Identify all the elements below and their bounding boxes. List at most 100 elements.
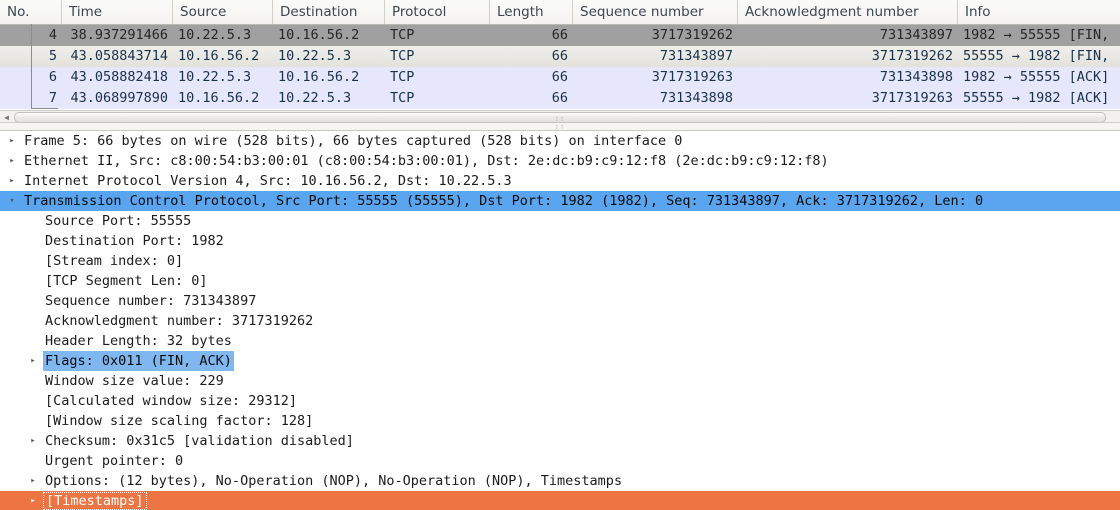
detail-tree-row-label: Window size value: 229	[45, 373, 224, 389]
detail-tree-row[interactable]: Urgent pointer: 0	[0, 451, 1120, 471]
packet-cell-no: 6	[48, 69, 57, 85]
packet-list-body[interactable]: 4 38.937291466 10.22.5.3 10.16.56.2 TCP 66 371…	[0, 25, 1120, 109]
packet-cell-no: 5	[48, 48, 57, 64]
scrollbar-grip-icon: ∶∶	[554, 115, 566, 123]
chevron-right-icon[interactable]: ▸	[6, 151, 18, 171]
detail-tree-row[interactable]: [TCP Segment Len: 0]	[0, 271, 1120, 291]
packet-cell-source: 10.16.56.2	[178, 90, 260, 106]
packet-cell-protocol: TCP	[390, 90, 415, 106]
packet-cell-info: 1982 → 55555 [FIN,	[963, 27, 1110, 43]
chevron-right-icon[interactable]: ▸	[27, 351, 39, 371]
packet-cell-info: 1982 → 55555 [ACK]	[963, 69, 1110, 85]
detail-tree-row[interactable]: ▸ Options: (12 bytes), No-Operation (NOP)…	[0, 471, 1120, 491]
packet-cell-destination: 10.22.5.3	[278, 90, 352, 106]
packet-cell-time: 43.058882418	[70, 69, 168, 85]
packet-cell-destination: 10.22.5.3	[278, 48, 352, 64]
detail-tree-row[interactable]: Sequence number: 731343897	[0, 291, 1120, 311]
detail-tree-row[interactable]: ▸ [Timestamps]	[0, 491, 1120, 510]
detail-tree-row-label: [Stream index: 0]	[45, 253, 184, 269]
chevron-right-icon[interactable]: ▸	[27, 471, 39, 491]
packet-cell-seq: 3717319263	[651, 69, 733, 85]
chevron-right-icon[interactable]: ▸	[6, 131, 18, 151]
packet-cell-length: 66	[551, 90, 568, 106]
column-header-info[interactable]: Info	[958, 0, 1120, 24]
packet-cell-source: 10.22.5.3	[178, 27, 252, 43]
detail-tree-row[interactable]: Acknowledgment number: 3717319262	[0, 311, 1120, 331]
detail-tree-row-label: [Calculated window size: 29312]	[45, 393, 297, 409]
packet-cell-seq: 731343897	[659, 48, 733, 64]
detail-tree-row[interactable]: Source Port: 55555	[0, 211, 1120, 231]
detail-tree-row-label: Options: (12 bytes), No-Operation (NOP),…	[45, 473, 623, 489]
detail-tree-row[interactable]: ▸ Internet Protocol Version 4, Src: 10.16…	[0, 171, 1120, 191]
detail-tree-row[interactable]: ▸ Checksum: 0x31c5 [validation disabled]	[0, 431, 1120, 451]
detail-tree-row-label: Acknowledgment number: 3717319262	[45, 313, 314, 329]
column-header-destination[interactable]: Destination	[273, 0, 385, 24]
packet-cell-source: 10.22.5.3	[178, 69, 252, 85]
column-header-time[interactable]: Time	[62, 0, 173, 24]
detail-tree-row-label: [TCP Segment Len: 0]	[45, 273, 208, 289]
packet-cell-length: 66	[551, 27, 568, 43]
column-header-sequence-number[interactable]: Sequence number	[573, 0, 738, 24]
packet-cell-time: 43.068997890	[70, 90, 168, 106]
column-header-length[interactable]: Length	[490, 0, 573, 24]
detail-tree-row-label: Transmission Control Protocol, Src Port:…	[24, 193, 984, 209]
packet-cell-info: 55555 → 1982 [ACK]	[963, 90, 1110, 106]
chevron-down-icon[interactable]: ▾	[6, 191, 18, 211]
packet-cell-no: 7	[48, 90, 57, 106]
detail-tree-row[interactable]: ▸ Frame 5: 66 bytes on wire (528 bits), 6…	[0, 131, 1120, 151]
packet-cell-length: 66	[551, 69, 568, 85]
chevron-right-icon[interactable]: ▸	[6, 171, 18, 191]
column-header-no[interactable]: No.	[0, 0, 62, 24]
detail-tree-row[interactable]: Window size value: 229	[0, 371, 1120, 391]
packet-cell-source: 10.16.56.2	[178, 48, 260, 64]
wireshark-window: No. Time Source Destination Protocol Length Se…	[0, 0, 1120, 510]
detail-tree-row-label: [Window size scaling factor: 128]	[45, 413, 314, 429]
packet-details-pane[interactable]: ▸ Frame 5: 66 bytes on wire (528 bits), 6…	[0, 131, 1120, 510]
packet-cell-ack: 731343897	[879, 27, 953, 43]
packet-cell-protocol: TCP	[390, 27, 415, 43]
packet-list-horizontal-scrollbar[interactable]: ◀ ∶∶	[0, 110, 1120, 123]
packet-cell-destination: 10.16.56.2	[278, 27, 360, 43]
detail-tree-row-label: Sequence number: 731343897	[45, 293, 257, 309]
packet-cell-destination: 10.16.56.2	[278, 69, 360, 85]
detail-tree-row-label: Source Port: 55555	[45, 213, 192, 229]
scrollbar-thumb[interactable]: ∶∶	[14, 112, 1106, 123]
packet-row[interactable]: 5 43.058843714 10.16.56.2 10.22.5.3 TCP 66 731…	[0, 46, 1120, 67]
packet-cell-ack: 731343898	[879, 69, 953, 85]
chevron-right-icon[interactable]: ▸	[27, 491, 39, 510]
packet-row[interactable]: 7 43.068997890 10.16.56.2 10.22.5.3 TCP 66 731…	[0, 88, 1120, 109]
detail-tree-row-label: Ethernet II, Src: c8:00:54:b3:00:01 (c8:…	[24, 153, 829, 169]
pane-splitter[interactable]: ∶∶	[0, 123, 1120, 131]
packet-cell-time: 43.058843714	[70, 48, 168, 64]
detail-tree-row-label: Frame 5: 66 bytes on wire (528 bits), 66…	[24, 133, 683, 149]
packet-list-pane[interactable]: No. Time Source Destination Protocol Length Se…	[0, 0, 1120, 110]
chevron-right-icon[interactable]: ▸	[27, 431, 39, 451]
detail-tree-row[interactable]: Header Length: 32 bytes	[0, 331, 1120, 351]
detail-tree-row-label: Destination Port: 1982	[45, 233, 224, 249]
splitter-grip-icon: ∶∶	[554, 123, 566, 131]
packet-cell-seq: 731343898	[659, 90, 733, 106]
detail-tree-row-label: Internet Protocol Version 4, Src: 10.16.…	[24, 173, 512, 189]
packet-cell-seq: 3717319262	[651, 27, 733, 43]
packet-row[interactable]: 4 38.937291466 10.22.5.3 10.16.56.2 TCP 66 371…	[0, 25, 1120, 46]
detail-tree-row[interactable]: [Window size scaling factor: 128]	[0, 411, 1120, 431]
packet-row[interactable]: 6 43.058882418 10.22.5.3 10.16.56.2 TCP 66 371…	[0, 67, 1120, 88]
packet-cell-protocol: TCP	[390, 69, 415, 85]
column-header-source[interactable]: Source	[173, 0, 273, 24]
detail-tree-row[interactable]: Destination Port: 1982	[0, 231, 1120, 251]
packet-cell-time: 38.937291466	[70, 27, 168, 43]
detail-tree-row[interactable]: [Stream index: 0]	[0, 251, 1120, 271]
packet-cell-length: 66	[551, 48, 568, 64]
packet-cell-protocol: TCP	[390, 48, 415, 64]
detail-tree-row[interactable]: ▸ Flags: 0x011 (FIN, ACK)	[0, 351, 1120, 371]
packet-list-header[interactable]: No. Time Source Destination Protocol Length Se…	[0, 0, 1120, 25]
detail-tree-row-label: [Timestamps]	[43, 492, 147, 510]
scroll-left-arrow-icon[interactable]: ◀	[1, 112, 12, 123]
detail-tree-row-label: Urgent pointer: 0	[45, 453, 184, 469]
detail-tree-row[interactable]: [Calculated window size: 29312]	[0, 391, 1120, 411]
column-header-acknowledgment-number[interactable]: Acknowledgment number	[738, 0, 958, 24]
detail-tree-row[interactable]: ▾ Transmission Control Protocol, Src Port…	[0, 191, 1120, 211]
column-header-protocol[interactable]: Protocol	[385, 0, 490, 24]
detail-tree-row[interactable]: ▸ Ethernet II, Src: c8:00:54:b3:00:01 (c8…	[0, 151, 1120, 171]
packet-cell-ack: 3717319263	[871, 90, 953, 106]
